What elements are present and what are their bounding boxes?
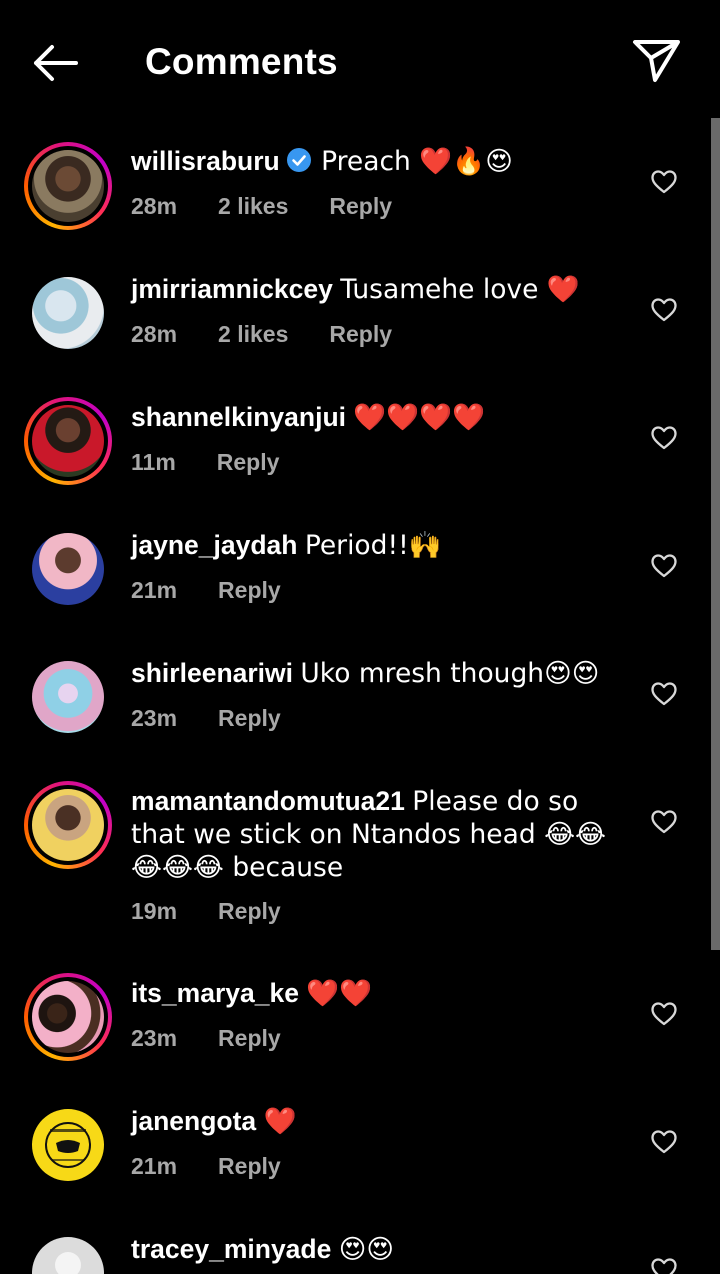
comment-text: 😍😍: [338, 1234, 394, 1265]
reply-button[interactable]: Reply: [218, 705, 281, 731]
comment-text: Tusamehe love ❤️: [340, 274, 580, 305]
comment-username[interactable]: shannelkinyanjui: [131, 402, 346, 432]
comment-meta: 28m 2 likes Reply: [131, 321, 433, 348]
comment-time: 28m: [131, 193, 178, 219]
like-button[interactable]: [650, 1257, 678, 1274]
reply-button[interactable]: Reply: [329, 193, 392, 219]
comment-username[interactable]: willisraburu: [131, 146, 280, 176]
scrollbar[interactable]: [711, 118, 720, 950]
comment-body: shirleenariwi Uko mresh though😍😍: [131, 657, 631, 690]
comment-body: tracey_minyade 😍😍: [131, 1233, 631, 1266]
comment-username[interactable]: janengota: [131, 1106, 256, 1136]
avatar[interactable]: [24, 269, 112, 357]
comment-username[interactable]: shirleenariwi: [131, 658, 293, 688]
reply-button[interactable]: Reply: [329, 321, 392, 347]
heart-outline-icon: [651, 170, 677, 194]
avatar[interactable]: [24, 142, 112, 230]
reply-button[interactable]: Reply: [218, 1025, 281, 1051]
comment-meta: 11m Reply: [131, 449, 320, 476]
heart-outline-icon: [651, 1002, 677, 1026]
like-button[interactable]: [650, 297, 678, 323]
avatar[interactable]: [24, 653, 112, 741]
comment-text: ❤️: [263, 1106, 297, 1137]
comment-meta: 19m Reply: [131, 898, 322, 925]
share-button[interactable]: [628, 34, 684, 88]
comment-meta: 28m 2 likes Reply: [131, 193, 433, 220]
comment-body: jmirriamnickcey Tusamehe love ❤️: [131, 273, 631, 306]
comment-time: 21m: [131, 1153, 178, 1179]
heart-outline-icon: [651, 1130, 677, 1154]
reply-button[interactable]: Reply: [218, 577, 281, 603]
comment-time: 11m: [131, 449, 176, 475]
comment-meta: 21m Reply: [131, 1153, 322, 1180]
comment-body: mamantandomutua21 Please do so that we s…: [131, 785, 626, 884]
avatar[interactable]: [24, 397, 112, 485]
paper-plane-icon: [633, 40, 680, 82]
reply-button[interactable]: Reply: [218, 1153, 281, 1179]
heart-outline-icon: [651, 682, 677, 706]
arrow-left-icon: [34, 45, 78, 81]
comment-text: Preach ❤️🔥😍: [321, 146, 513, 177]
comment-text: Uko mresh though😍😍: [300, 658, 600, 689]
like-button[interactable]: [650, 809, 678, 835]
heart-outline-icon: [651, 554, 677, 578]
heart-outline-icon: [651, 1258, 677, 1274]
comment-time: 21m: [131, 577, 178, 603]
like-button[interactable]: [650, 681, 678, 707]
comment-username[interactable]: its_marya_ke: [131, 978, 299, 1008]
comment-meta: 23m Reply: [131, 705, 322, 732]
comment-username[interactable]: jayne_jaydah: [131, 530, 297, 560]
default-user-icon: [55, 1252, 81, 1274]
comment-meta: 21m Reply: [131, 577, 322, 604]
comment-text: ❤️❤️: [306, 978, 373, 1009]
like-button[interactable]: [650, 425, 678, 451]
header-bar: Comments: [0, 0, 720, 118]
comment-time: 28m: [131, 321, 178, 347]
heart-outline-icon: [651, 426, 677, 450]
comment-body: jayne_jaydah Period!!🙌: [131, 529, 631, 562]
comment-time: 23m: [131, 1025, 178, 1051]
comment-username[interactable]: mamantandomutua21: [131, 786, 405, 816]
wear-a-mask-logo: [45, 1122, 91, 1168]
like-button[interactable]: [650, 169, 678, 195]
comments-screen: Comments willisraburu Preach ❤️🔥😍 28m 2 l…: [0, 0, 720, 1274]
comment-body: shannelkinyanjui ❤️❤️❤️❤️: [131, 401, 631, 434]
like-button[interactable]: [650, 1129, 678, 1155]
heart-outline-icon: [651, 810, 677, 834]
comment-time: 19m: [131, 898, 178, 924]
comment-username[interactable]: tracey_minyade: [131, 1234, 331, 1264]
reply-button[interactable]: Reply: [218, 898, 281, 924]
comment-username[interactable]: jmirriamnickcey: [131, 274, 333, 304]
avatar[interactable]: [24, 1101, 112, 1189]
comment-text: Period!!🙌: [304, 530, 442, 561]
avatar[interactable]: [24, 973, 112, 1061]
comment-body: its_marya_ke ❤️❤️: [131, 977, 631, 1010]
reply-button[interactable]: Reply: [217, 449, 280, 475]
like-button[interactable]: [650, 1001, 678, 1027]
comment-body: janengota ❤️: [131, 1105, 631, 1138]
page-title: Comments: [145, 41, 338, 82]
comment-time: 23m: [131, 705, 178, 731]
comment-meta: 23m Reply: [131, 1025, 322, 1052]
heart-outline-icon: [651, 298, 677, 322]
comment-likes[interactable]: 2 likes: [218, 193, 288, 219]
comment-body: willisraburu Preach ❤️🔥😍: [131, 145, 631, 181]
avatar[interactable]: [24, 781, 112, 869]
like-button[interactable]: [650, 553, 678, 579]
comment-likes[interactable]: 2 likes: [218, 321, 288, 347]
avatar[interactable]: [24, 1229, 112, 1274]
comment-text: ❤️❤️❤️❤️: [353, 402, 486, 433]
avatar[interactable]: [24, 525, 112, 613]
verified-badge-icon: [286, 147, 312, 181]
back-button[interactable]: [28, 38, 84, 88]
